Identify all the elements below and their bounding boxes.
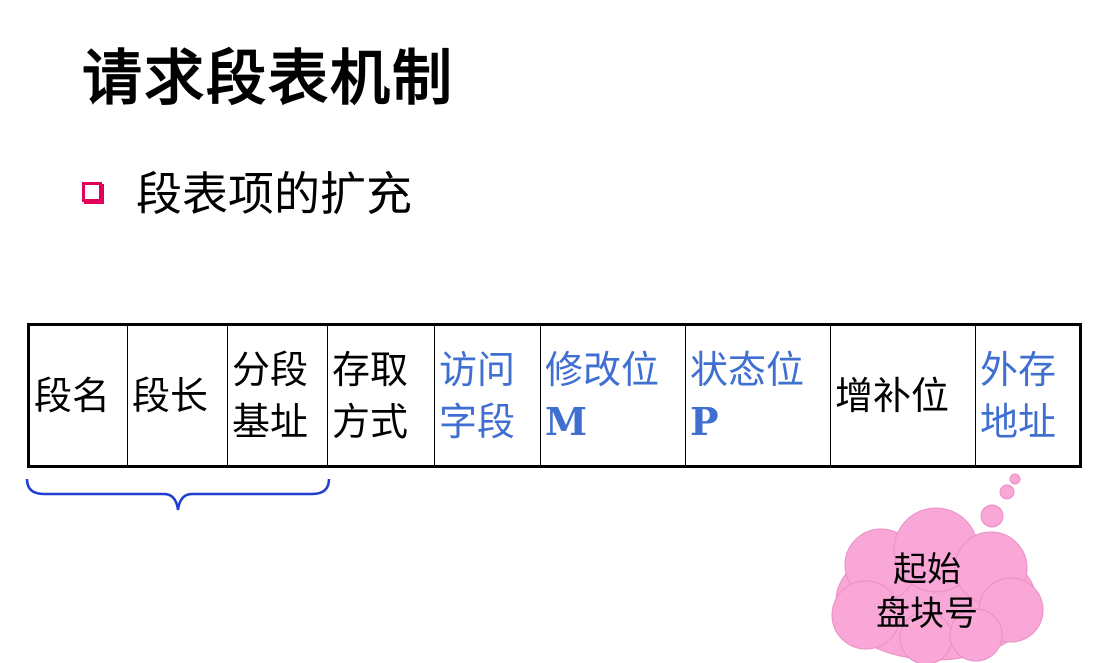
callout-text: 起始 盘块号 (876, 550, 978, 634)
cell-modify-bit: 修改位 M (540, 324, 686, 467)
bullet-text: 段表项的扩充 (136, 167, 412, 221)
cell-segment-name: 段名 (28, 324, 128, 467)
cell-append-bit: 增补位 (830, 324, 976, 467)
cell-segment-length: 段长 (127, 324, 228, 467)
cell-access-field: 访问 字段 (434, 324, 541, 467)
cell-external-address: 外存 地址 (975, 324, 1081, 467)
page-title: 请求段表机制 (82, 44, 454, 114)
cell-segment-base: 分段 基址 (227, 324, 328, 467)
cell-status-bit: 状态位 P (685, 324, 831, 467)
cell-access-mode: 存取 方式 (327, 324, 435, 467)
segment-table-entry: 段名 段长 分段 基址 存取 方式 访问 字段 修改位 M 状态位 P 增补位 外存 地址 (27, 323, 1082, 468)
curly-brace-icon (25, 478, 331, 511)
square-bullet-icon (82, 182, 102, 202)
